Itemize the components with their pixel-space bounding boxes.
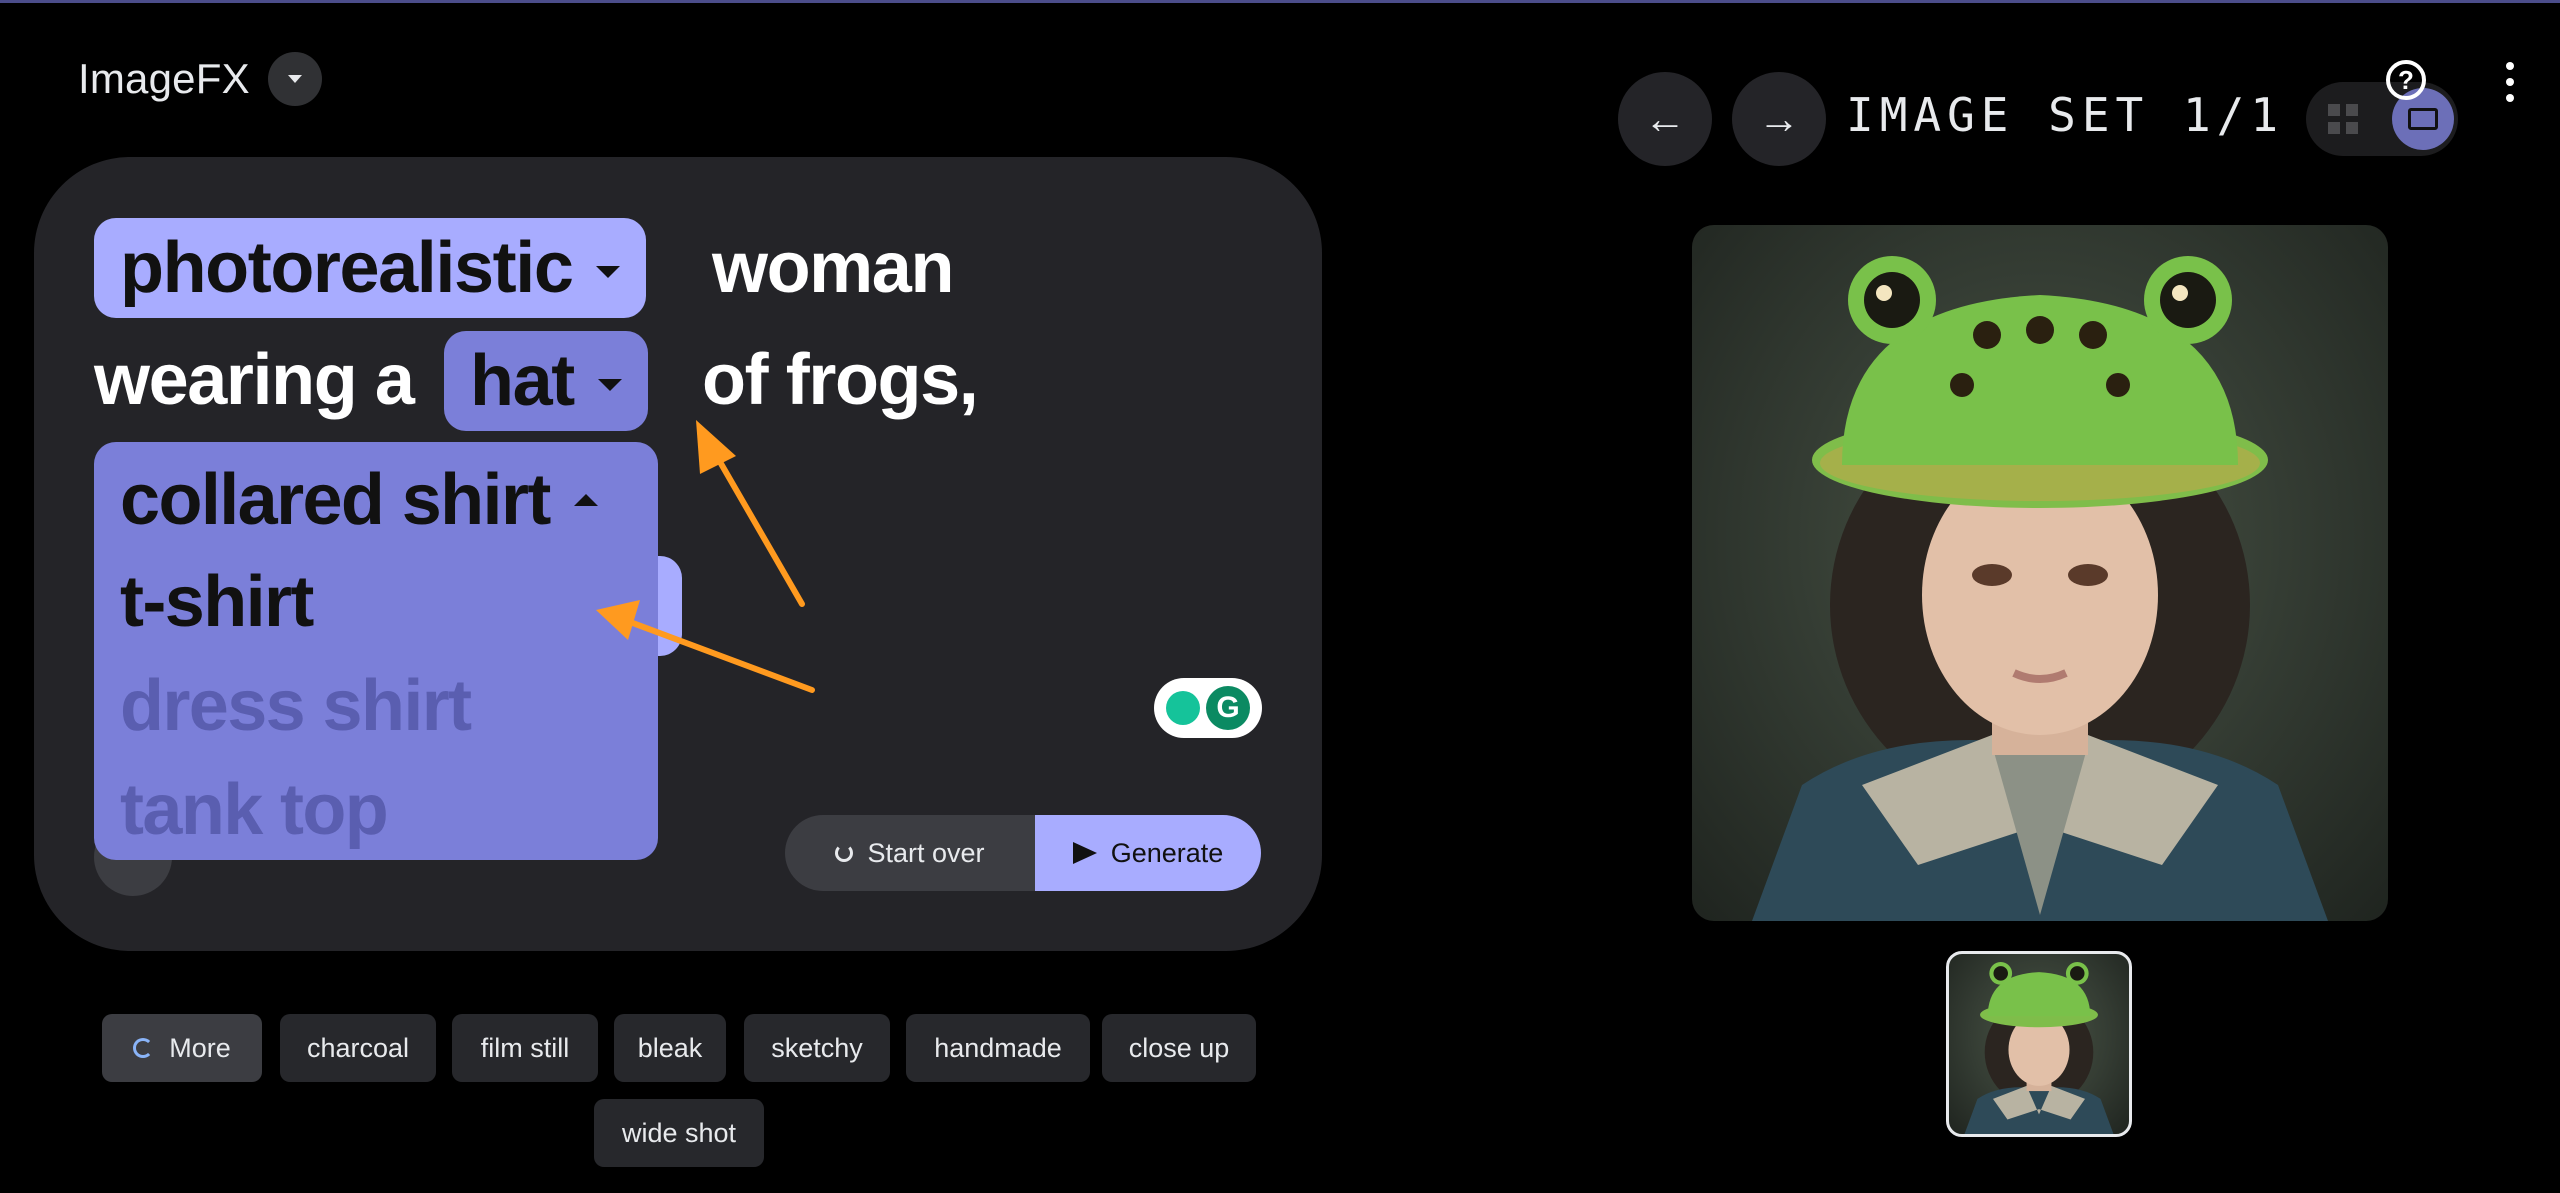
generated-image-illustration: [1752, 256, 2328, 921]
brand: ImageFX: [78, 52, 322, 106]
next-set-button[interactable]: →: [1732, 72, 1826, 166]
more-label: More: [169, 1032, 231, 1063]
style-chip-label: photorealistic: [120, 228, 574, 308]
thumbnail-illustration: [1964, 962, 2114, 1134]
suggestion-chip[interactable]: charcoal: [280, 1014, 436, 1082]
grammarly-widget[interactable]: G: [1154, 678, 1262, 738]
chevron-down-icon: [596, 266, 621, 278]
more-suggestions-button[interactable]: More: [102, 1014, 262, 1082]
generate-label: Generate: [1110, 837, 1224, 868]
app-title: ImageFX: [78, 55, 250, 102]
chevron-up-icon: [573, 494, 598, 506]
more-vert-icon[interactable]: [2505, 62, 2515, 102]
dropdown-option[interactable]: tank top: [120, 774, 389, 846]
prompt-actions: Start over Generate: [785, 815, 1261, 891]
dropdown-option[interactable]: t-shirt: [120, 566, 314, 638]
suggestion-chip[interactable]: close up: [1102, 1014, 1256, 1082]
prompt-text-wearing[interactable]: wearing a: [94, 344, 415, 416]
shirt-dropdown-menu: collared shirt t-shirt dress shirt tank …: [94, 442, 658, 860]
lightbulb-icon: [1166, 691, 1200, 725]
chevron-down-icon: [597, 379, 622, 391]
suggestion-chip[interactable]: film still: [452, 1014, 598, 1082]
hat-chip-label: hat: [470, 341, 575, 421]
suggestion-chip[interactable]: wide shot: [594, 1099, 764, 1167]
hat-chip[interactable]: hat: [444, 331, 648, 431]
refresh-icon: [835, 844, 854, 862]
image-thumbnail[interactable]: [1946, 951, 2132, 1137]
help-icon[interactable]: ?: [2386, 60, 2426, 100]
suggestion-chip[interactable]: bleak: [614, 1014, 726, 1082]
view-toggle: [2306, 82, 2458, 156]
start-over-label: Start over: [867, 837, 985, 868]
prompt-text-woman[interactable]: woman: [712, 232, 954, 304]
chevron-down-icon[interactable]: [267, 52, 322, 106]
previous-set-button[interactable]: ←: [1618, 72, 1712, 166]
generate-button[interactable]: Generate: [1035, 815, 1261, 891]
start-over-button[interactable]: Start over: [785, 815, 1035, 891]
dropdown-selected-item[interactable]: collared shirt: [120, 464, 598, 536]
top-accent-line: [0, 0, 2560, 3]
grammarly-icon: G: [1206, 686, 1250, 730]
suggestion-chip[interactable]: sketchy: [744, 1014, 890, 1082]
send-sparkle-icon: [1072, 842, 1097, 864]
refresh-icon: [133, 1038, 154, 1058]
generated-image[interactable]: [1692, 225, 2388, 921]
arrow-left-icon: ←: [1644, 95, 1686, 142]
single-image-icon: [2408, 108, 2438, 130]
suggestion-chip[interactable]: handmade: [906, 1014, 1090, 1082]
style-chip[interactable]: photorealistic: [94, 218, 647, 318]
dropdown-selected-label: collared shirt: [120, 460, 551, 540]
dropdown-option[interactable]: dress shirt: [120, 670, 472, 742]
grid-icon[interactable]: [2328, 104, 2358, 134]
arrow-right-icon: →: [1758, 95, 1800, 142]
prompt-text-frogs[interactable]: of frogs,: [702, 344, 979, 416]
image-set-label: IMAGE SET 1/1: [1846, 88, 2285, 142]
